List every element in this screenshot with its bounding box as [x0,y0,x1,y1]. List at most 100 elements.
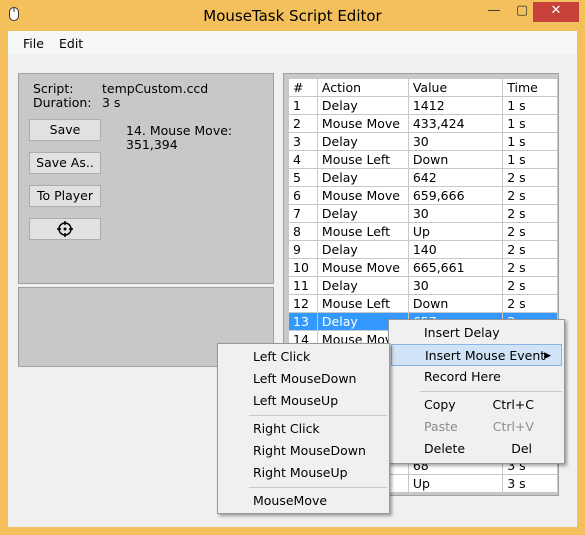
cell-number: 8 [288,222,318,241]
cell-action: Delay [316,168,409,187]
left-click-item[interactable]: Left Click [220,346,387,368]
duration-label: Duration: [33,95,92,110]
cell-value: 659,666 [407,186,504,205]
cell-action: Delay [316,276,409,295]
right-mouseup-item[interactable]: Right MouseUp [220,462,387,484]
maximize-button[interactable]: ▢ [510,2,534,22]
table-row[interactable]: 7 Delay 30 2 s [288,204,558,223]
mouse-event-submenu: Left Click Left MouseDown Left MouseUp R… [217,343,390,514]
menu-separator [420,391,562,392]
cell-value: 433,424 [407,114,504,133]
to-player-button[interactable]: To Player [29,185,101,207]
cell-number: 4 [288,150,318,169]
title-bar[interactable]: MouseTask Script Editor — ▢ ✕ [0,0,585,30]
cell-time: 2 s [502,222,558,241]
crosshair-button[interactable] [29,218,101,240]
save-as-button[interactable]: Save As.. [29,152,101,174]
table-row[interactable]: 6 Mouse Move 659,666 2 s [288,186,558,205]
app-window: MouseTask Script Editor — ▢ ✕ File Edit … [0,0,585,535]
cell-number: 9 [288,240,318,259]
cell-value: 30 [407,204,504,223]
table-row[interactable]: 9 Delay 140 2 s [288,240,558,259]
script-label: Script: [33,81,74,96]
cell-number: 13 [288,312,318,331]
paste-item[interactable]: Paste Ctrl+V [391,416,562,438]
cell-number: 10 [288,258,318,277]
cell-value: 30 [407,276,504,295]
delete-label: Delete [424,441,466,456]
cell-time: 1 s [502,96,558,115]
table-row[interactable]: 8 Mouse Left Up 2 s [288,222,558,241]
cell-action: Delay [316,240,409,259]
delete-item[interactable]: Delete Del [391,438,562,460]
table-row[interactable]: 5 Delay 642 2 s [288,168,558,187]
table-row[interactable]: 1 Delay 1412 1 s [288,96,558,115]
cell-value: Up [407,222,504,241]
duration-value: 3 s [102,95,121,110]
mousemove-item[interactable]: MouseMove [220,490,387,512]
cell-action: Mouse Move [316,114,409,133]
column-header-action[interactable]: Action [316,78,409,97]
cell-time: 1 s [502,132,558,151]
cell-number: 1 [288,96,318,115]
cell-number: 5 [288,168,318,187]
cell-value: Down [407,150,504,169]
script-info-panel: Script: tempCustom.ccd Duration: 3 s Sav… [18,73,274,284]
cell-value: 665,661 [407,258,504,277]
cell-number: 11 [288,276,318,295]
cell-action: Delay [316,204,409,223]
cell-action: Delay [316,132,409,151]
cell-time: 1 s [502,150,558,169]
cell-time: 2 s [502,168,558,187]
context-menu: Insert Delay Insert Mouse Event ▶ Record… [388,319,565,464]
cell-value: Down [407,294,504,313]
column-header-value[interactable]: Value [407,78,504,97]
cell-number: 7 [288,204,318,223]
cell-action: Mouse Left [316,294,409,313]
delete-shortcut: Del [511,441,532,456]
cell-action: Mouse Left [316,150,409,169]
left-mousedown-item[interactable]: Left MouseDown [220,368,387,390]
right-mousedown-item[interactable]: Right MouseDown [220,440,387,462]
minimize-button[interactable]: — [482,2,506,22]
column-header-time[interactable]: Time [502,78,558,97]
copy-item[interactable]: Copy Ctrl+C [391,394,562,416]
cell-time: 2 s [502,240,558,259]
submenu-arrow-icon: ▶ [544,351,551,361]
menu-edit[interactable]: Edit [59,36,83,51]
menu-separator [249,415,387,416]
left-mouseup-item[interactable]: Left MouseUp [220,390,387,412]
cell-time: 2 s [502,186,558,205]
crosshair-icon [57,221,73,237]
cell-value: Up [407,474,504,493]
table-row[interactable]: 10 Mouse Move 665,661 2 s [288,258,558,277]
insert-mouse-event-label: Insert Mouse Event [425,348,546,363]
table-row[interactable]: 11 Delay 30 2 s [288,276,558,295]
table-row[interactable]: 4 Mouse Left Down 1 s [288,150,558,169]
table-row[interactable]: 12 Mouse Left Down 2 s [288,294,558,313]
paste-shortcut: Ctrl+V [492,419,534,434]
cell-value: 140 [407,240,504,259]
copy-label: Copy [424,397,456,412]
table-header-row: # Action Value Time [288,78,558,97]
cell-value: 30 [407,132,504,151]
cell-number: 2 [288,114,318,133]
cell-value: 642 [407,168,504,187]
menu-file[interactable]: File [23,36,44,51]
insert-mouse-event-item[interactable]: Insert Mouse Event ▶ [391,344,562,366]
cell-time: 2 s [502,258,558,277]
close-button[interactable]: ✕ [533,2,579,22]
record-here-item[interactable]: Record Here [391,366,562,388]
table-row[interactable]: 2 Mouse Move 433,424 1 s [288,114,558,133]
column-header-number[interactable]: # [288,78,318,97]
save-button[interactable]: Save [29,119,101,141]
table-row[interactable]: 3 Delay 30 1 s [288,132,558,151]
cell-time: 1 s [502,114,558,133]
script-value: tempCustom.ccd [102,81,209,96]
insert-delay-item[interactable]: Insert Delay [391,322,562,344]
paste-label: Paste [424,419,458,434]
right-click-item[interactable]: Right Click [220,418,387,440]
cell-number: 12 [288,294,318,313]
cell-time: 3 s [502,474,558,493]
menu-bar: File Edit [8,31,577,55]
